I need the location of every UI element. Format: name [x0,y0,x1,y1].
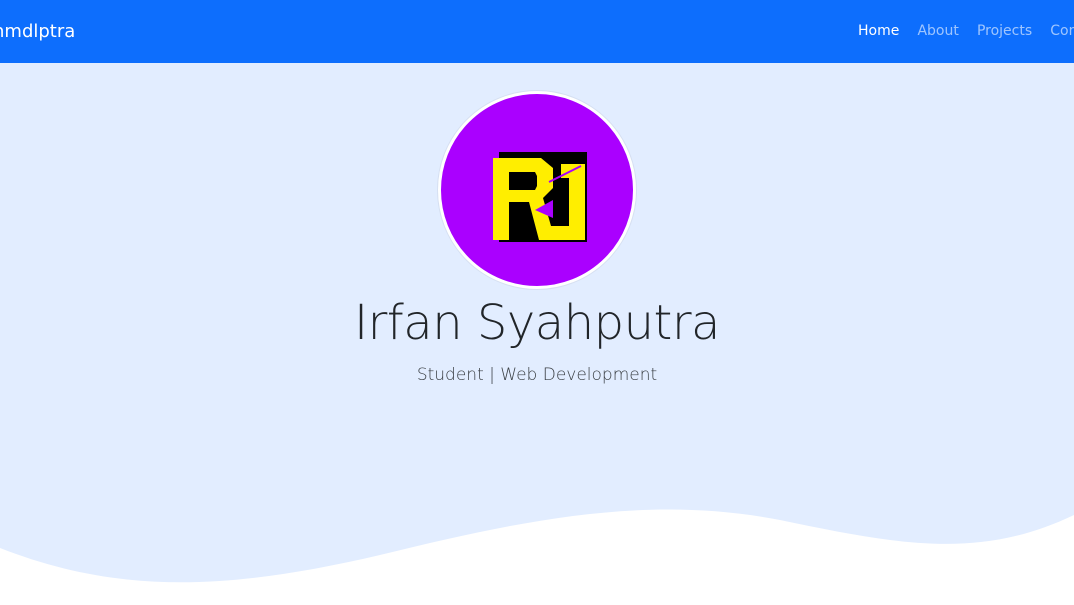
nav-home-link[interactable]: Home [858,0,899,63]
nav-contact-link[interactable]: Conta [1050,0,1074,63]
profile-avatar [438,91,636,289]
top-navbar: hmdlptra Home About Projects Conta [0,0,1074,63]
nav-about-link[interactable]: About [917,0,958,63]
logo-rs-icon [493,152,587,242]
nav-links: Home About Projects Conta [858,0,1074,63]
profile-subtitle: Student | Web Development [416,365,658,385]
profile-name: Irfan Syahputra [354,295,720,351]
nav-projects-link[interactable]: Projects [977,0,1032,63]
brand-link[interactable]: hmdlptra [0,0,75,63]
